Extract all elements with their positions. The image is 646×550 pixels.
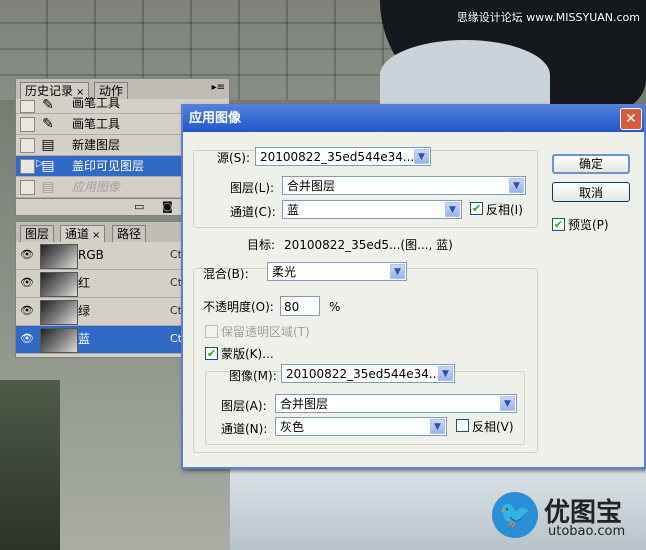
blending-value: 柔光 bbox=[272, 265, 297, 279]
source-label: 源(S): bbox=[217, 151, 251, 165]
tab-channels-label: 通道 bbox=[65, 227, 90, 241]
history-item-label: 画笔工具 bbox=[72, 117, 121, 131]
photo-face bbox=[380, 40, 550, 110]
logo-subtitle: utobao.com bbox=[548, 524, 626, 539]
new-document-icon[interactable]: ▭ bbox=[134, 200, 144, 213]
brush-icon: ✎ bbox=[42, 116, 54, 132]
preserve-transparency-label[interactable]: 保留透明区域(T) bbox=[221, 324, 310, 340]
channel-thumbnail bbox=[40, 328, 78, 353]
blending-select[interactable]: 柔光 ▼ bbox=[267, 262, 407, 281]
history-brush-checkbox[interactable] bbox=[20, 138, 35, 153]
mask-layer-value: 合并图层 bbox=[280, 397, 329, 411]
eye-icon[interactable]: 👁 bbox=[20, 305, 34, 317]
channel-label: 绿 bbox=[78, 304, 91, 318]
chevron-down-icon: ▼ bbox=[414, 149, 429, 164]
camera-icon[interactable]: ◙ bbox=[162, 200, 173, 213]
mask-checkbox[interactable]: ✔ bbox=[205, 347, 218, 360]
mask-layer-label: 图层(A): bbox=[221, 399, 267, 413]
mask-channel-value: 灰色 bbox=[280, 420, 305, 434]
channel-select[interactable]: 蓝 ▼ bbox=[282, 200, 462, 219]
tab-layers-label: 图层 bbox=[25, 227, 50, 241]
channel-thumbnail bbox=[40, 300, 78, 325]
layer-select[interactable]: 合并图层 ▼ bbox=[282, 176, 526, 195]
layer-label: 图层(L): bbox=[230, 181, 275, 195]
dialog-title: 应用图像 bbox=[183, 106, 644, 132]
panel-menu-icon[interactable]: ▸≡ bbox=[212, 82, 225, 93]
mask-channel-label: 通道(N): bbox=[221, 422, 268, 436]
watermark: 思缘设计论坛 www.MISSYUAN.com bbox=[456, 11, 640, 24]
mask-image-value: 20100822_35ed544e34... bbox=[286, 367, 441, 381]
channel-label: RGB bbox=[78, 248, 104, 262]
mask-layer-select[interactable]: 合并图层 ▼ bbox=[275, 394, 517, 413]
source-value: 20100822_35ed544e34... bbox=[260, 150, 415, 164]
channel-label: 通道(C): bbox=[230, 205, 276, 219]
invert-checkbox[interactable]: ✔ bbox=[470, 202, 483, 215]
layer-value: 合并图层 bbox=[287, 179, 336, 193]
chevron-down-icon: ▼ bbox=[445, 202, 460, 217]
ok-button[interactable]: 确定 bbox=[552, 154, 630, 174]
chevron-down-icon: ▼ bbox=[500, 396, 515, 411]
preview-label[interactable]: 预览(P) bbox=[568, 217, 609, 233]
brush-icon: ✎ bbox=[42, 97, 54, 113]
channel-label: 蓝 bbox=[78, 332, 91, 346]
channel-thumbnail bbox=[40, 272, 78, 297]
tab-paths-label: 路径 bbox=[117, 227, 142, 241]
preview-checkbox[interactable]: ✔ bbox=[552, 218, 565, 231]
preserve-transparency-checkbox[interactable] bbox=[205, 325, 218, 338]
apply-image-dialog: 应用图像 ✕ 源(S): 20100822_35ed544e34... ▼ 图层(… bbox=[181, 104, 646, 469]
chevron-down-icon: ▼ bbox=[390, 264, 405, 279]
cancel-button[interactable]: 取消 bbox=[552, 182, 630, 202]
eye-icon[interactable]: 👁 bbox=[20, 333, 34, 345]
mask-label[interactable]: 蒙版(K)... bbox=[221, 346, 274, 362]
opacity-input[interactable]: 80 bbox=[280, 296, 320, 316]
eye-icon[interactable]: 👁 bbox=[20, 277, 34, 289]
mask-image-select[interactable]: 20100822_35ed544e34... ▼ bbox=[281, 364, 455, 383]
bird-icon: 🐦 bbox=[492, 492, 538, 538]
eye-icon[interactable]: 👁 bbox=[20, 249, 34, 261]
tab-layers[interactable]: 图层 bbox=[20, 225, 55, 242]
mask-invert-label[interactable]: 反相(V) bbox=[472, 419, 514, 435]
source-select[interactable]: 20100822_35ed544e34... ▼ bbox=[255, 147, 431, 166]
history-brush-checkbox[interactable] bbox=[20, 117, 35, 132]
tab-history-label: 历史记录 bbox=[25, 84, 74, 98]
target-value: 20100822_35ed5...(图..., 蓝) bbox=[284, 238, 453, 252]
mask-image-label: 图像(M): bbox=[229, 369, 277, 383]
close-icon[interactable]: ✕ bbox=[620, 108, 642, 130]
invert-label[interactable]: 反相(I) bbox=[486, 202, 523, 218]
chevron-down-icon: ▼ bbox=[509, 178, 524, 193]
document-icon: ▤ bbox=[41, 179, 55, 195]
history-item-label: 画笔工具 bbox=[72, 96, 121, 110]
document-icon: ▤ bbox=[41, 158, 55, 174]
tab-paths[interactable]: 路径 bbox=[112, 225, 147, 242]
photo-leaves bbox=[0, 380, 60, 550]
site-logo: 🐦 优图宝 utobao.com bbox=[492, 490, 642, 546]
opacity-unit: % bbox=[329, 300, 341, 314]
channel-label: 红 bbox=[78, 276, 91, 290]
mask-channel-select[interactable]: 灰色 ▼ bbox=[275, 417, 447, 436]
channel-value: 蓝 bbox=[287, 203, 300, 217]
history-item-label: 新建图层 bbox=[72, 138, 121, 152]
document-icon: ▤ bbox=[41, 137, 55, 153]
chevron-down-icon: ▼ bbox=[438, 366, 453, 381]
chevron-down-icon: ▼ bbox=[430, 419, 445, 434]
opacity-label: 不透明度(O): bbox=[203, 300, 274, 314]
mask-invert-checkbox[interactable] bbox=[456, 419, 469, 432]
blending-label: 混合(B): bbox=[203, 267, 249, 281]
history-item-label: 盖印可见图层 bbox=[72, 159, 145, 173]
target-label: 目标: bbox=[247, 238, 276, 252]
history-brush-checkbox[interactable] bbox=[20, 180, 35, 195]
history-brush-checkbox[interactable] bbox=[20, 159, 35, 174]
history-brush-checkbox[interactable] bbox=[20, 100, 35, 113]
channel-thumbnail bbox=[40, 244, 78, 269]
close-icon[interactable]: × bbox=[92, 230, 100, 241]
history-item-label: 应用图像 bbox=[72, 180, 121, 194]
tab-channels[interactable]: 通道 × bbox=[60, 225, 106, 243]
